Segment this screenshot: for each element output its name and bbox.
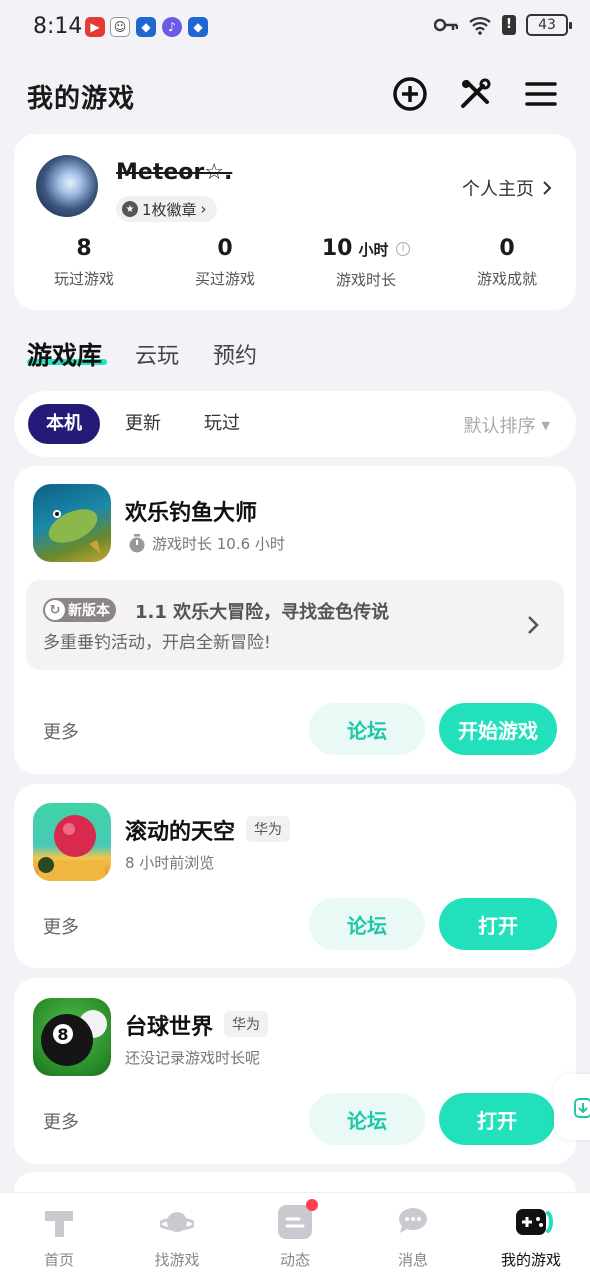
more-button[interactable]: 更多 [43, 718, 79, 744]
stat-achievements[interactable]: 0 游戏成就 [437, 234, 577, 289]
nav-discover[interactable]: 找游戏 [127, 1205, 227, 1270]
update-news-banner[interactable] [26, 580, 564, 670]
status-bar: 8:14 ▶ ☺ ◆ ♪ ◆ ! 43 [0, 0, 590, 56]
chat-icon [396, 1205, 430, 1239]
sort-dropdown[interactable]: 默认排序 ▼ [464, 412, 550, 438]
last-viewed: 8 小时前浏览 [125, 854, 215, 872]
stat-value: 8 [76, 236, 92, 261]
nav-my-games[interactable]: 我的游戏 [481, 1205, 581, 1270]
chevron-right-icon: › [200, 200, 207, 218]
open-button[interactable]: 打开 [439, 898, 557, 950]
stat-label: 买过游戏 [194, 270, 255, 288]
caret-down-icon: ▼ [541, 418, 550, 432]
gamepad-icon [514, 1205, 553, 1239]
svg-text:8: 8 [57, 1025, 68, 1044]
stat-playtime[interactable]: 10 小时 i 游戏时长 [296, 234, 436, 290]
news-subtitle: 多重垂钓活动，开启全新冒险! [43, 633, 271, 653]
nav-label: 找游戏 [154, 1251, 200, 1269]
game-name: 欢乐钓鱼大师 [125, 501, 258, 526]
stat-value: 0 [217, 236, 233, 261]
game-name: 台球世界 [125, 1015, 214, 1040]
new-version-label: 新版本 [68, 603, 110, 619]
page-title: 我的游戏 [27, 84, 136, 114]
tab-reservation[interactable]: 预约 [213, 338, 257, 370]
feed-icon [278, 1199, 318, 1239]
playtime-status: 还没记录游戏时长呢 [125, 1049, 261, 1067]
status-right: ! 43 [434, 14, 572, 36]
game-icon-rolling-sky[interactable] [33, 803, 111, 881]
refresh-icon: ↻ [45, 600, 65, 620]
stat-played[interactable]: 8 玩过游戏 [14, 234, 154, 289]
start-game-button[interactable]: 开始游戏 [439, 703, 557, 755]
nav-label: 动态 [279, 1251, 310, 1269]
game-icon-billiards[interactable]: 8 [33, 998, 111, 1076]
chevron-right-icon [543, 181, 552, 195]
platform-tag: 华为 [246, 816, 290, 842]
sort-label: 默认排序 [463, 416, 536, 437]
nav-label: 我的游戏 [500, 1251, 561, 1269]
username: Meteor☆. [116, 160, 233, 185]
nav-label: 消息 [397, 1251, 428, 1269]
game-playtime: 游戏时长 10.6 小时 [128, 533, 285, 554]
more-button[interactable]: 更多 [43, 913, 79, 939]
shield-app-icon: ◆ [136, 17, 156, 37]
info-icon[interactable]: i [396, 242, 411, 256]
menu-icon[interactable] [521, 74, 561, 114]
homepage-label: 个人主页 [462, 179, 534, 200]
avatar[interactable] [36, 155, 98, 217]
add-icon[interactable] [390, 74, 430, 114]
forum-button[interactable]: 论坛 [309, 1093, 425, 1145]
download-icon [574, 1098, 590, 1118]
stat-value: 10 [321, 236, 353, 261]
tab-library[interactable]: 游戏库 [27, 336, 102, 372]
nav-label: 首页 [43, 1251, 74, 1269]
forum-button[interactable]: 论坛 [309, 703, 425, 755]
key-icon [434, 18, 458, 32]
timer-icon [129, 533, 145, 552]
status-time: 8:14 [33, 14, 83, 39]
home-icon [42, 1205, 76, 1239]
tools-icon[interactable] [455, 74, 495, 114]
cartoon-app-icon: ☺ [110, 17, 130, 37]
homepage-link[interactable]: 个人主页 [462, 175, 552, 201]
stat-unit: 小时 [358, 241, 389, 259]
stat-label: 游戏时长 [335, 271, 396, 289]
nav-messages[interactable]: 消息 [363, 1205, 463, 1270]
alert-icon: ! [502, 15, 516, 35]
medal-icon: ★ [122, 201, 138, 217]
floating-download-tab[interactable] [554, 1074, 590, 1140]
badge-label: 1枚徽章 [142, 200, 197, 219]
new-version-tag: ↻ 新版本 [43, 598, 116, 622]
filter-local[interactable]: 本机 [28, 404, 100, 444]
more-button[interactable]: 更多 [43, 1108, 79, 1134]
chevron-right-icon [528, 616, 539, 634]
wifi-icon [469, 17, 491, 35]
platform-tag: 华为 [224, 1011, 268, 1037]
planet-icon [158, 1205, 196, 1239]
notification-dot [306, 1199, 318, 1211]
nav-feed[interactable]: 动态 [245, 1199, 345, 1270]
shield-app-icon-2: ◆ [188, 17, 208, 37]
filter-played[interactable]: 玩过 [186, 404, 258, 444]
game-name: 滚动的天空 [125, 820, 236, 845]
badge-count-button[interactable]: ★ 1枚徽章 › [116, 196, 217, 222]
stat-label: 游戏成就 [476, 270, 537, 288]
playtime-text: 游戏时长 10.6 小时 [152, 535, 285, 553]
nav-home[interactable]: 首页 [9, 1205, 109, 1270]
video-app-icon: ▶ [85, 17, 105, 37]
tab-cloud-play[interactable]: 云玩 [135, 338, 179, 370]
filter-updates[interactable]: 更新 [107, 404, 179, 444]
game-icon-fishing[interactable] [33, 484, 111, 562]
forum-button[interactable]: 论坛 [309, 898, 425, 950]
open-button[interactable]: 打开 [439, 1093, 555, 1145]
battery-indicator: 43 [526, 14, 572, 36]
stat-label: 玩过游戏 [53, 270, 114, 288]
music-app-icon: ♪ [162, 17, 182, 37]
stat-value: 0 [499, 236, 515, 261]
stat-bought[interactable]: 0 买过游戏 [155, 234, 295, 289]
news-title: 1.1 欢乐大冒险，寻找金色传说 [135, 602, 390, 623]
